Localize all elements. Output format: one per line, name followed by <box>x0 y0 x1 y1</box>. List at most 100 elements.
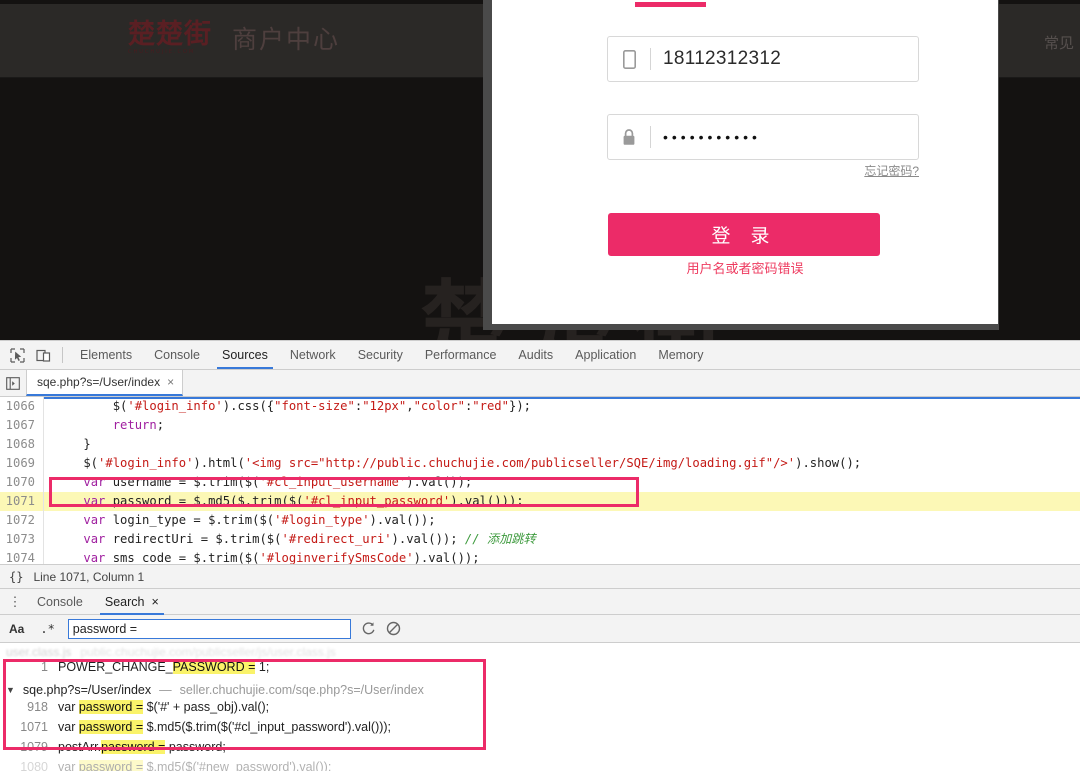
line-content: var login_type = $.trim($('#login_type')… <box>83 513 436 527</box>
clear-icon[interactable] <box>386 621 401 636</box>
site-title: 商户中心 <box>232 25 341 54</box>
line-number: 1067 <box>0 416 44 435</box>
tab-security[interactable]: Security <box>347 341 414 369</box>
search-results[interactable]: user.class.js public.chuchujie.com/publi… <box>0 643 1080 771</box>
phone-input[interactable] <box>651 48 918 70</box>
close-icon[interactable]: × <box>151 589 158 615</box>
code-editor[interactable]: 1066 $('#login_info').css({"font-size":"… <box>0 397 1080 564</box>
search-match: PASSWORD = <box>172 660 256 674</box>
refresh-icon[interactable] <box>361 621 376 636</box>
close-icon[interactable]: × <box>167 369 174 395</box>
password-field[interactable]: ••••••••••• <box>607 114 919 160</box>
drawer-tab-search-label: Search <box>104 594 145 609</box>
devtools-panel: Elements Console Sources Network Securit… <box>0 340 1080 780</box>
line-number: 1074 <box>0 549 44 564</box>
inspect-element-icon[interactable] <box>4 342 30 368</box>
search-result-line-cutoff[interactable]: 1080 var password = $.md5($('#new_passwo… <box>0 760 1080 771</box>
code-line: 1067 return; <box>0 416 1080 435</box>
line-number: 1071 <box>0 492 44 511</box>
tab-elements[interactable]: Elements <box>69 341 143 369</box>
search-result-file[interactable]: ▼ sqe.php?s=/User/index — seller.chuchuj… <box>0 680 1080 700</box>
login-error-message: 用户名或者密码错误 <box>686 262 804 277</box>
ghost-file-name: user.class.js <box>6 644 72 659</box>
drawer-tab-search[interactable]: Search × <box>94 589 170 615</box>
search-result-line[interactable]: 1071 var password = $.md5($.trim($('#cl_… <box>0 720 1080 740</box>
tab-performance[interactable]: Performance <box>414 341 508 369</box>
search-match: password = <box>101 740 166 754</box>
tab-console[interactable]: Console <box>143 341 211 369</box>
format-pretty-print-icon[interactable]: {} <box>9 570 23 584</box>
search-match: password = <box>78 700 144 714</box>
result-line-number: 1 <box>41 660 48 674</box>
search-result-line[interactable]: 918 var password = $('#' + pass_obj).val… <box>0 700 1080 720</box>
site-logo-text: 楚楚街 <box>128 19 212 50</box>
result-line-number: 1080 <box>20 760 48 771</box>
tab-account-login[interactable]: 账号登录 <box>799 0 859 6</box>
tab-sources[interactable]: Sources <box>211 341 279 369</box>
tab-application[interactable]: Application <box>564 341 647 369</box>
password-input[interactable]: ••••••••••• <box>651 129 918 145</box>
code-line: 1072 var login_type = $.trim($('#login_t… <box>0 511 1080 530</box>
line-content: } <box>54 437 91 451</box>
phone-field[interactable] <box>607 36 919 82</box>
mobile-phone-icon <box>608 49 650 69</box>
cursor-position-label: Line 1071, Column 1 <box>33 569 145 584</box>
more-options-icon[interactable]: ⋮ <box>4 595 26 608</box>
regex-toggle[interactable]: .* <box>37 622 57 636</box>
result-line-number: 1071 <box>20 720 48 734</box>
chevron-down-icon[interactable]: ▼ <box>6 685 15 695</box>
file-tab-sqe-user-index[interactable]: sqe.php?s=/User/index × <box>26 369 184 396</box>
drawer-tabs: ⋮ Console Search × <box>0 588 1080 615</box>
search-result-line[interactable]: 1079 postArr.password = password; <box>0 740 1080 760</box>
screenshot-root: 楚楚街 人工 楚楚街 CHUCHUJIE.COM 商户中心 常见 手机登录 账号… <box>0 0 1080 780</box>
source-file-tabs: sqe.php?s=/User/index × <box>0 370 1080 397</box>
editor-status-bar: {} Line 1071, Column 1 <box>0 564 1080 588</box>
result-line-text: var password = $('#' + pass_obj).val(); <box>58 700 270 714</box>
result-line-text: var password = $.md5($.trim($('#cl_input… <box>58 720 392 734</box>
drawer-tab-console[interactable]: Console <box>26 589 94 615</box>
code-line: 1069 $('#login_info').html('<img src="ht… <box>0 454 1080 473</box>
match-case-toggle[interactable]: Aa <box>6 622 27 636</box>
result-line-number: 1079 <box>20 740 48 754</box>
search-result-line[interactable]: 1 POWER_CHANGE_PASSWORD = 1; <box>0 660 1080 680</box>
search-match: password = <box>78 720 144 734</box>
code-line-highlighted: 1071 var password = $.md5($.trim($('#cl_… <box>0 492 1080 511</box>
toolbar-divider <box>62 347 63 363</box>
tab-network[interactable]: Network <box>279 341 347 369</box>
line-number: 1073 <box>0 530 44 549</box>
login-button[interactable]: 登 录 <box>608 213 880 256</box>
site-logo[interactable]: 楚楚街 CHUCHUJIE.COM <box>128 21 212 55</box>
active-tab-underline <box>635 2 706 7</box>
device-toolbar-icon[interactable] <box>30 342 56 368</box>
search-input[interactable] <box>67 618 351 639</box>
line-number: 1066 <box>0 397 44 416</box>
tab-memory[interactable]: Memory <box>647 341 714 369</box>
result-file-url: seller.chuchujie.com/sqe.php?s=/User/ind… <box>179 683 424 697</box>
result-file-dash: — <box>159 683 172 697</box>
brand[interactable]: 楚楚街 CHUCHUJIE.COM 商户中心 <box>128 20 340 56</box>
result-line-text: var password = $.md5($('#new_password').… <box>58 760 331 771</box>
tab-audits[interactable]: Audits <box>507 341 564 369</box>
line-content: var redirectUri = $.trim($('#redirect_ur… <box>83 532 536 546</box>
line-content: return; <box>112 418 165 432</box>
forgot-password-link[interactable]: 忘记密码? <box>864 162 919 179</box>
line-number: 1072 <box>0 511 44 530</box>
code-line: 1070 var username = $.trim($('#cl_input_… <box>0 473 1080 492</box>
show-navigator-icon[interactable] <box>0 376 26 390</box>
search-result-file-ghost[interactable]: user.class.js public.chuchujie.com/publi… <box>0 643 1080 660</box>
code-line: 1073 var redirectUri = $.trim($('#redire… <box>0 530 1080 549</box>
search-match: password = <box>78 760 144 771</box>
search-bar: Aa .* <box>0 615 1080 643</box>
line-content: $('#login_info').css({"font-size":"12px"… <box>54 399 531 413</box>
line-number: 1068 <box>0 435 44 454</box>
result-line-text: postArr.password = password; <box>58 740 226 754</box>
line-number: 1069 <box>0 454 44 473</box>
line-number: 1070 <box>0 473 44 492</box>
result-file-name: sqe.php?s=/User/index <box>22 683 152 697</box>
file-tab-label: sqe.php?s=/User/index <box>37 375 161 389</box>
drawer-tab-console-label: Console <box>37 594 83 609</box>
line-content: var sms_code = $.trim($('#loginverifySms… <box>83 551 480 564</box>
header-help-link[interactable]: 常见 <box>1044 32 1074 53</box>
code-line: 1066 $('#login_info').css({"font-size":"… <box>0 397 1080 416</box>
result-line-text: POWER_CHANGE_PASSWORD = 1; <box>58 660 270 674</box>
